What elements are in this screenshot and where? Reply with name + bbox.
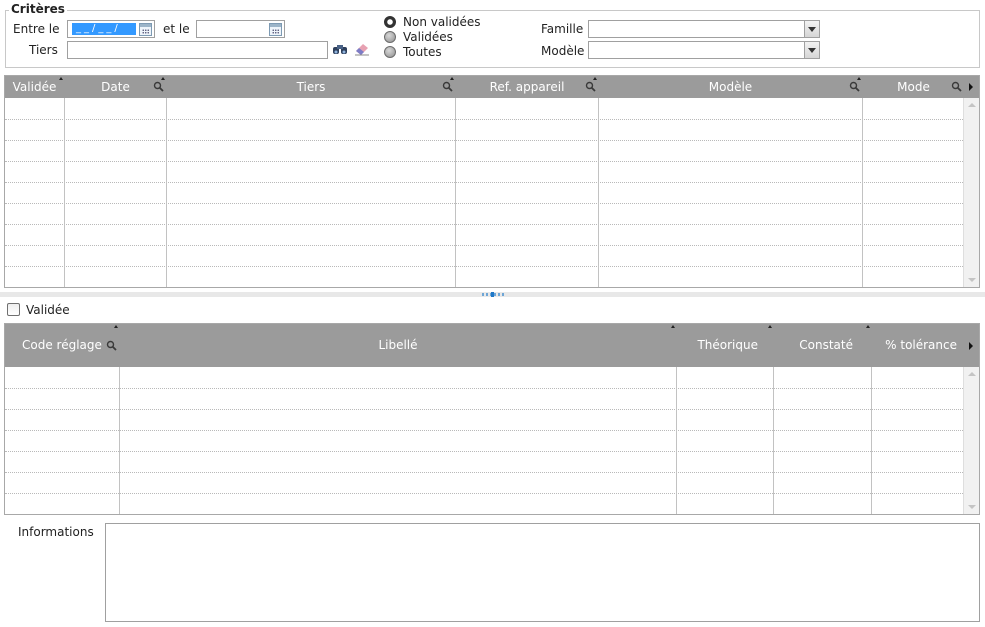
famille-select[interactable] [588,20,820,38]
table-row[interactable] [5,203,963,204]
column-divider [676,367,677,514]
scroll-right-icon[interactable] [969,342,973,350]
pane-splitter[interactable] [0,292,985,297]
col-header-tolerance[interactable]: % tolérance [872,324,964,367]
column-resize-icon[interactable] [161,77,166,82]
calendar-icon[interactable] [139,23,152,36]
column-divider [455,98,456,287]
eraser-icon[interactable] [354,42,370,56]
informations-label: Informations [18,525,94,539]
modele-select[interactable] [588,41,820,59]
column-resize-icon[interactable] [866,325,871,330]
column-resize-icon[interactable] [857,77,862,82]
column-resize-icon[interactable] [450,77,455,82]
column-resize-icon[interactable] [671,325,676,330]
validee-checkbox-label: Validée [26,303,70,317]
radio-toutes-label: Toutes [403,45,442,59]
vertical-scrollbar[interactable] [963,367,979,514]
search-icon[interactable] [951,81,962,92]
scroll-down-icon[interactable] [968,505,976,509]
detail-table-header: Code réglage Libellé Théorique Constaté … [5,324,979,367]
table-row[interactable] [5,430,963,431]
table-row[interactable] [5,266,963,267]
col-header-mode[interactable]: Mode [863,76,964,98]
table-row[interactable] [5,493,963,494]
tiers-input[interactable] [67,41,328,59]
radio-toutes[interactable] [384,46,396,58]
column-resize-icon[interactable] [768,325,773,330]
column-resize-icon[interactable] [59,77,64,82]
main-table[interactable]: Validée Date Tiers Ref. appareil Modèle … [4,75,980,288]
column-divider [166,98,167,287]
scroll-up-icon[interactable] [968,372,976,376]
binoculars-icon[interactable] [332,42,348,56]
search-icon[interactable] [153,81,164,92]
entre-le-label: Entre le [13,22,60,36]
criteria-group [5,10,980,68]
col-header-code-reglage[interactable]: Code réglage [5,324,119,367]
date-from-input[interactable]: __/__/ [67,20,155,38]
radio-validees[interactable] [384,31,396,43]
column-resize-icon[interactable] [114,325,119,330]
search-icon[interactable] [442,81,453,92]
table-row[interactable] [5,140,963,141]
radio-validees-label: Validées [403,30,453,44]
col-header-modele[interactable]: Modèle [599,76,862,98]
scroll-down-icon[interactable] [968,278,976,282]
col-header-validee[interactable]: Validée [5,76,64,98]
col-header-ref-appareil[interactable]: Ref. appareil [456,76,598,98]
splitter-grip-icon[interactable] [482,292,504,297]
criteria-title: Critères [9,2,67,16]
search-icon[interactable] [585,81,596,92]
table-row[interactable] [5,451,963,452]
modele-label: Modèle [541,44,585,58]
calendar-icon[interactable] [269,23,282,36]
table-row[interactable] [5,388,963,389]
column-divider [598,98,599,287]
column-divider [871,367,872,514]
et-le-label: et le [163,22,190,36]
main-table-header: Validée Date Tiers Ref. appareil Modèle … [5,76,979,98]
table-row[interactable] [5,409,963,410]
chevron-down-icon[interactable] [804,21,819,37]
scroll-right-icon[interactable] [969,83,973,91]
column-divider [862,98,863,287]
famille-label: Famille [541,22,584,36]
table-row[interactable] [5,119,963,120]
date-to-input[interactable] [196,20,285,38]
table-row[interactable] [5,161,963,162]
tiers-label: Tiers [29,43,58,57]
col-header-theorique[interactable]: Théorique [677,324,773,367]
validee-checkbox[interactable] [7,303,20,316]
col-header-constate[interactable]: Constaté [774,324,871,367]
informations-textarea[interactable] [105,523,980,622]
col-header-libelle[interactable]: Libellé [120,324,676,367]
chevron-down-icon[interactable] [804,42,819,58]
search-icon[interactable] [106,340,117,351]
table-row[interactable] [5,182,963,183]
col-header-tiers[interactable]: Tiers [167,76,455,98]
scroll-up-icon[interactable] [968,103,976,107]
radio-non-validees-label: Non validées [403,15,481,29]
detail-table[interactable]: Code réglage Libellé Théorique Constaté … [4,323,980,515]
table-row[interactable] [5,472,963,473]
column-divider [64,98,65,287]
table-row[interactable] [5,245,963,246]
col-header-date[interactable]: Date [65,76,166,98]
radio-non-validees[interactable] [384,16,396,28]
vertical-scrollbar[interactable] [963,98,979,287]
column-resize-icon[interactable] [593,77,598,82]
table-row[interactable] [5,224,963,225]
column-divider [119,367,120,514]
column-divider [773,367,774,514]
search-icon[interactable] [849,81,860,92]
date-from-value: __/__/ [72,23,136,35]
